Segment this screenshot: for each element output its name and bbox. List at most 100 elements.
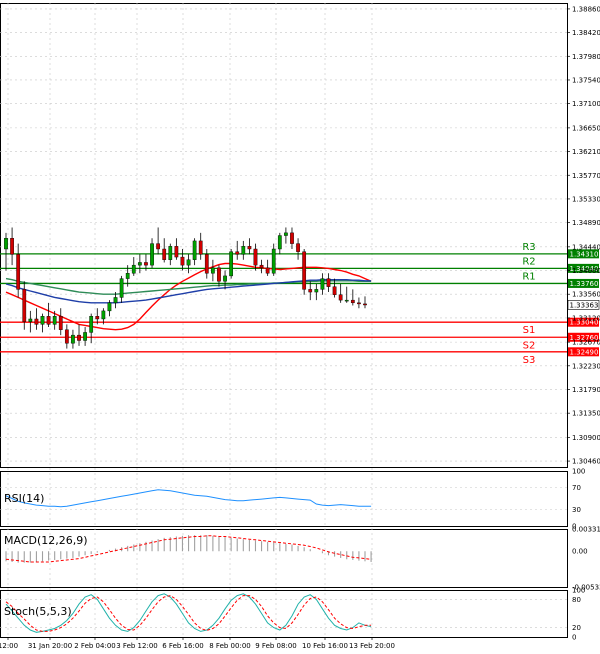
candle: [350, 289, 355, 306]
candle: [247, 238, 252, 255]
candle-body: [235, 251, 240, 255]
macd-tick-label: 0.003317: [572, 526, 600, 534]
time-tick-label: 6 Feb 16:00: [162, 642, 203, 650]
candle: [357, 297, 361, 309]
candle: [34, 308, 39, 330]
candle-body: [217, 267, 221, 282]
price-tick-label: 1.38860: [572, 5, 600, 13]
rsi-tick-label: 70: [572, 484, 581, 492]
candle: [28, 310, 33, 333]
candle-body: [211, 267, 215, 274]
time-tick-label: 10 Feb 16:00: [302, 642, 348, 650]
candle-body: [296, 243, 300, 252]
time-tick-label: 9 Feb 08:00: [255, 642, 296, 650]
candle-body: [350, 299, 355, 304]
candle-body: [89, 316, 94, 333]
time-tick-label: 12:00: [0, 642, 18, 650]
price-tick-label: 1.34000: [572, 267, 600, 275]
rsi-title: RSI(14): [4, 492, 44, 505]
candle: [192, 238, 197, 266]
candle: [314, 283, 319, 301]
candle-body: [290, 232, 294, 244]
candle-body: [241, 246, 246, 255]
rsi-tick-label: 30: [572, 506, 581, 514]
candle-body: [34, 318, 39, 325]
level-badge-text: 1.34310: [570, 250, 599, 258]
price-tick-label: 1.33120: [572, 314, 600, 322]
candle: [150, 238, 154, 268]
price-tick-label: 1.37980: [572, 53, 600, 61]
candle: [174, 238, 179, 260]
price-tick-label: 1.37100: [572, 100, 600, 108]
candle-body: [247, 246, 252, 250]
candle-body: [363, 303, 367, 306]
candle-body: [71, 334, 75, 344]
candle-body: [28, 318, 33, 322]
price-tick-label: 1.37540: [572, 76, 600, 84]
candle-body: [40, 316, 45, 325]
rsi-tick-label: 100: [572, 468, 585, 476]
candle: [10, 227, 14, 266]
time-tick-label: 2 Feb 04:00: [74, 642, 115, 650]
price-tick-label: 1.30900: [572, 434, 600, 442]
candle-body: [223, 275, 227, 282]
candle: [211, 259, 215, 282]
candle-body: [131, 264, 136, 274]
price-tick-label: 1.35330: [572, 195, 600, 203]
price-tick-label: 1.31350: [572, 410, 600, 418]
price-tick-label: 1.36210: [572, 148, 600, 156]
level-name-s2: S2: [523, 340, 536, 351]
candle-body: [357, 302, 361, 305]
macd-title: MACD(12,26,9): [4, 534, 88, 547]
price-tick-label: 1.31790: [572, 386, 600, 394]
candle-body: [186, 259, 191, 266]
candle-body: [174, 246, 179, 258]
candle: [308, 281, 313, 301]
macd-tick-label: 0.00: [572, 548, 588, 556]
candle: [156, 227, 160, 255]
candle-body: [180, 256, 185, 266]
candle-body: [302, 251, 307, 290]
candle-body: [137, 262, 142, 266]
candle: [168, 243, 173, 266]
candle: [229, 248, 234, 279]
candle-body: [344, 299, 349, 302]
candle-body: [119, 278, 124, 298]
price-tick-label: 1.32230: [572, 362, 600, 370]
candle: [277, 232, 282, 255]
level-name-r3: R3: [522, 242, 535, 253]
candle: [296, 238, 300, 260]
forex-chart: 1.34310R31.34040R21.33760R11.33040S11.32…: [0, 3, 600, 650]
candle-body: [113, 297, 118, 304]
candle: [89, 313, 94, 344]
candle: [162, 238, 167, 263]
stoch-tick-label: 20: [572, 624, 581, 632]
pivot-levels: 1.34310R31.34040R21.33760R11.33040S11.32…: [0, 242, 600, 366]
candle: [338, 283, 343, 303]
stoch-title: Stoch(5,5,3): [4, 605, 72, 618]
level-name-s1: S1: [523, 325, 536, 336]
candle: [302, 248, 307, 295]
candle: [119, 275, 124, 303]
candle-body: [46, 316, 51, 325]
candle-body: [338, 294, 343, 301]
candle: [235, 240, 240, 260]
candle-body: [162, 248, 167, 260]
candle-body: [144, 262, 148, 266]
candle: [320, 273, 325, 295]
candle-body: [125, 273, 130, 279]
candle-body: [58, 316, 63, 330]
candle-body: [320, 278, 325, 290]
candle: [344, 286, 349, 303]
candle: [16, 243, 21, 298]
candle-body: [271, 248, 276, 274]
price-tick-label: 1.32670: [572, 339, 600, 347]
candle: [180, 248, 185, 271]
level-badge-text: 1.33760: [570, 280, 599, 288]
rsi-line: [5, 489, 372, 508]
candle-body: [308, 289, 313, 293]
price-tick-label: 1.33560: [572, 291, 600, 299]
candle-body: [83, 332, 87, 341]
price-tick-label: 1.34890: [572, 219, 600, 227]
candle-body: [95, 316, 100, 320]
